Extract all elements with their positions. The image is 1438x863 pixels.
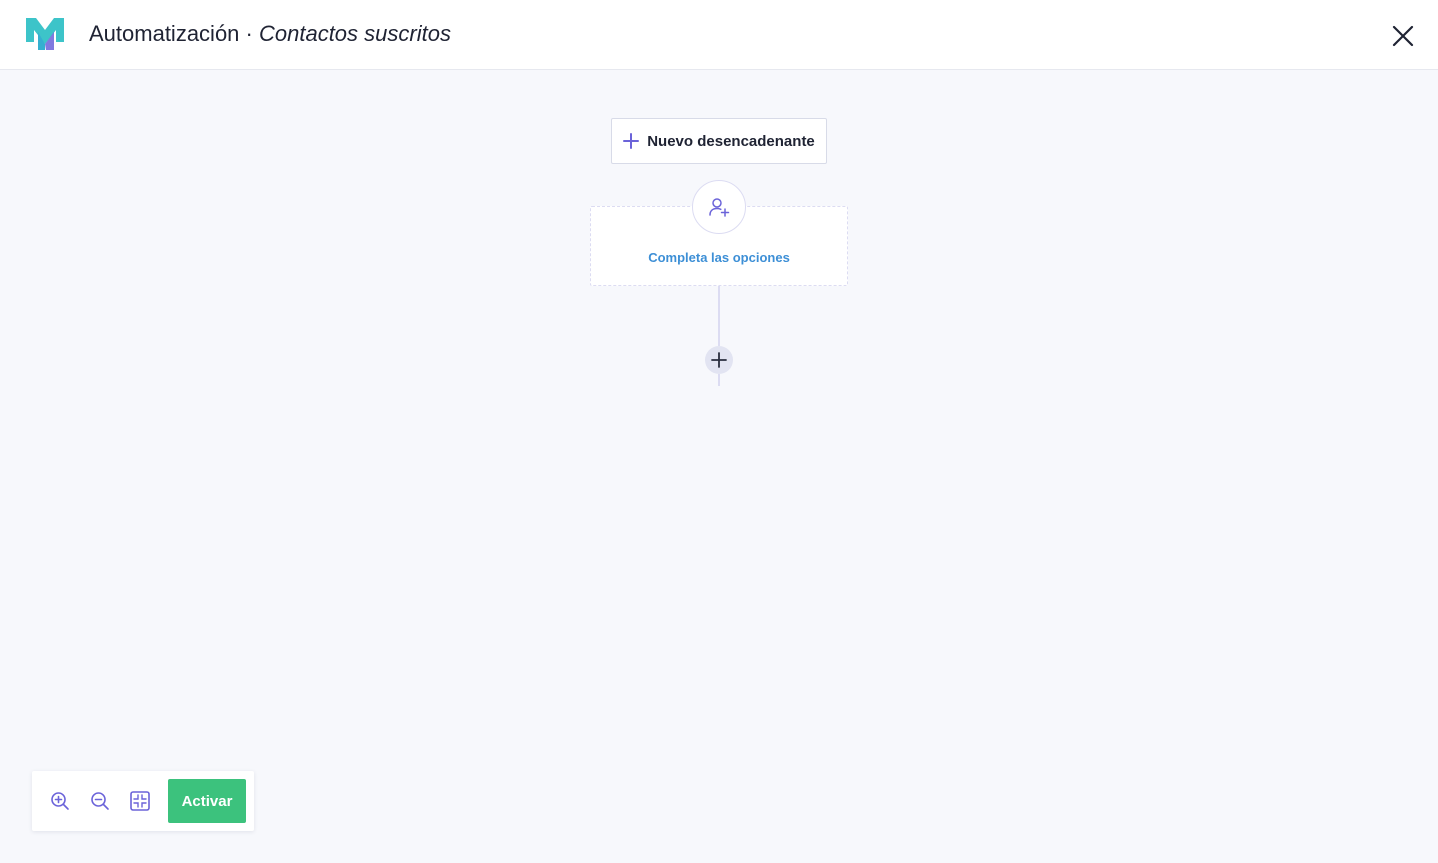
- new-trigger-label: Nuevo desencadenante: [647, 132, 815, 150]
- page-title: Automatización · Contactos suscritos: [89, 19, 451, 49]
- zoom-in-button[interactable]: [49, 790, 71, 812]
- title-subtitle: Contactos suscritos: [258, 21, 451, 46]
- zoom-out-button[interactable]: [89, 790, 111, 812]
- new-trigger-button[interactable]: Nuevo desencadenante: [611, 118, 827, 164]
- zoom-in-icon: [51, 792, 69, 810]
- title-main: Automatización: [89, 21, 240, 46]
- close-icon: [1392, 25, 1414, 47]
- fit-screen-button[interactable]: [129, 790, 151, 812]
- plus-icon: [623, 133, 640, 149]
- connector-line-end: [718, 374, 720, 386]
- user-plus-icon: [709, 198, 730, 217]
- logo-icon: [26, 18, 64, 50]
- trigger-node-icon-wrap: [692, 180, 746, 234]
- zoom-out-icon: [91, 792, 109, 810]
- title-separator: ·: [239, 21, 259, 46]
- close-button[interactable]: [1388, 21, 1418, 51]
- activate-button[interactable]: Activar: [168, 779, 246, 823]
- fit-screen-icon: [130, 791, 150, 811]
- trigger-node-label[interactable]: Completa las opciones: [590, 250, 848, 265]
- canvas-toolbar: Activar: [32, 771, 254, 831]
- workflow-canvas[interactable]: Nuevo desencadenante Completa las opcion…: [0, 70, 1438, 863]
- plus-icon: [711, 352, 727, 368]
- add-step-button[interactable]: [705, 346, 733, 374]
- app-header: Automatización · Contactos suscritos: [0, 0, 1438, 70]
- connector-line: [718, 286, 720, 346]
